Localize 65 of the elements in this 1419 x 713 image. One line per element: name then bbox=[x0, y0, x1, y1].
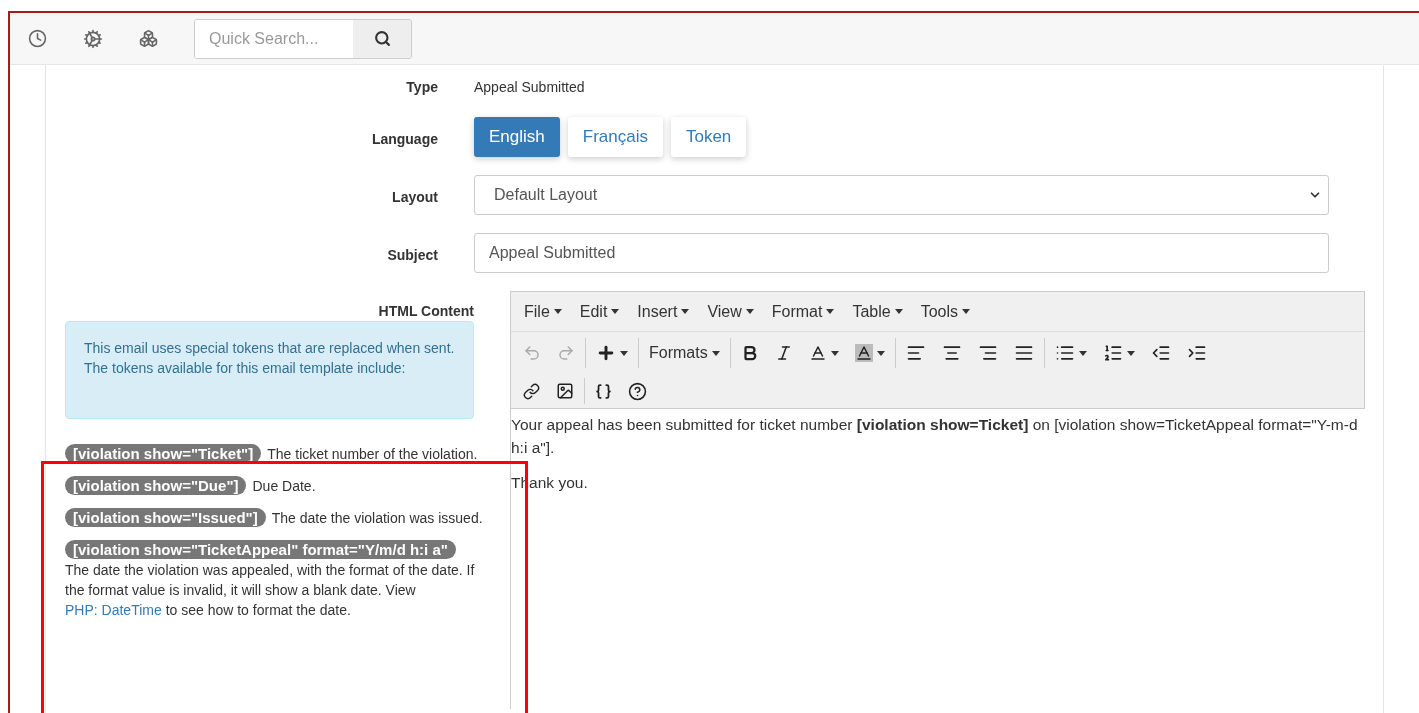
token-description: [violation show="Issued"] The date the violation was issued. bbox=[65, 508, 485, 528]
menu-item[interactable]: Format bbox=[762, 296, 844, 327]
language-tab[interactable]: English bbox=[474, 117, 560, 157]
align-left-icon bbox=[905, 343, 926, 363]
caret-icon bbox=[1126, 350, 1135, 356]
history-icon[interactable] bbox=[28, 29, 47, 48]
caret-icon bbox=[876, 350, 885, 356]
caret-icon bbox=[711, 350, 720, 356]
caret-icon bbox=[745, 309, 754, 314]
info-text: This email uses special tokens that are replaced when sent. The tokens available for this email template include: bbox=[84, 339, 455, 378]
field-label: Type bbox=[406, 79, 438, 95]
token-badge: [violation show="Issued"] bbox=[65, 508, 266, 527]
settings-icon[interactable] bbox=[83, 28, 103, 49]
menu-item[interactable]: Tools bbox=[911, 296, 980, 327]
token-badge: [violation show="Due"] bbox=[65, 476, 247, 495]
menu-item[interactable]: File bbox=[515, 296, 571, 327]
field-label: Language bbox=[371, 131, 438, 147]
link-icon bbox=[523, 382, 540, 400]
caret-icon bbox=[962, 309, 971, 314]
editor-paragraph: Your appeal has been submitted for ticket number [violation show=Ticket] on [violation show=TicketAppeal format="Y-m-d h:i a"]. bbox=[511, 415, 1359, 458]
plus-icon bbox=[596, 343, 616, 363]
caret-icon bbox=[1078, 350, 1087, 356]
caret-icon bbox=[681, 309, 690, 314]
caret-icon bbox=[894, 309, 903, 314]
image-icon bbox=[556, 382, 574, 400]
text-color-icon bbox=[808, 344, 827, 362]
background-color-icon bbox=[854, 344, 873, 362]
field-label: HTML Content bbox=[378, 303, 474, 319]
field-label: Layout bbox=[392, 189, 438, 205]
justify-icon bbox=[1013, 343, 1034, 363]
datetime-link[interactable]: PHP: DateTime bbox=[65, 602, 162, 618]
type-value: Appeal Submitted bbox=[474, 79, 585, 95]
align-center-icon bbox=[941, 343, 962, 363]
menu-item[interactable]: Edit bbox=[570, 296, 629, 327]
indent-icon bbox=[1186, 343, 1207, 363]
field-label: Subject bbox=[387, 247, 438, 263]
bullet-list-icon bbox=[1054, 343, 1075, 363]
undo-icon bbox=[523, 344, 541, 362]
search-button[interactable] bbox=[353, 19, 411, 58]
subject-field[interactable]: Appeal Submitted bbox=[474, 233, 1329, 273]
menu-item[interactable]: Insert bbox=[628, 296, 699, 327]
language-tab[interactable]: Français bbox=[567, 117, 663, 157]
token-badge: [violation show="TicketAppeal" format="Y/m/d h:i a" bbox=[65, 540, 456, 559]
caret-icon bbox=[830, 350, 839, 356]
numbered-list-icon bbox=[1102, 343, 1123, 363]
token-description: [violation show="Ticket"] The ticket number of the violation. bbox=[65, 444, 485, 464]
help-icon bbox=[628, 381, 647, 401]
boxes-icon[interactable] bbox=[139, 29, 158, 48]
menu-item[interactable]: Table bbox=[843, 296, 912, 327]
token-description: [violation show="TicketAppeal" format="Y/m/d h:i a" The date the violation was appealed, with the format of the date. If the format value is invalid, it will show a blank date. View PHP: DateTime to see how to format the date. bbox=[65, 540, 476, 620]
align-right-icon bbox=[977, 343, 998, 363]
formats-dropdown[interactable]: Formats bbox=[641, 338, 728, 368]
search-icon bbox=[373, 30, 391, 47]
braces-icon bbox=[595, 382, 612, 400]
caret-icon bbox=[553, 309, 562, 314]
outdent-icon bbox=[1150, 343, 1171, 363]
caret-icon bbox=[620, 350, 628, 356]
redo-icon bbox=[557, 344, 575, 362]
caret-icon bbox=[611, 309, 620, 314]
quick-search-field[interactable]: Quick Search... bbox=[194, 18, 412, 59]
menu-item[interactable]: View bbox=[698, 296, 763, 327]
language-tab[interactable]: Token bbox=[670, 117, 747, 157]
layout-select[interactable]: Default Layout bbox=[474, 175, 1329, 215]
caret-icon bbox=[826, 309, 835, 314]
token-description: [violation show="Due"] Due Date. bbox=[65, 476, 485, 496]
